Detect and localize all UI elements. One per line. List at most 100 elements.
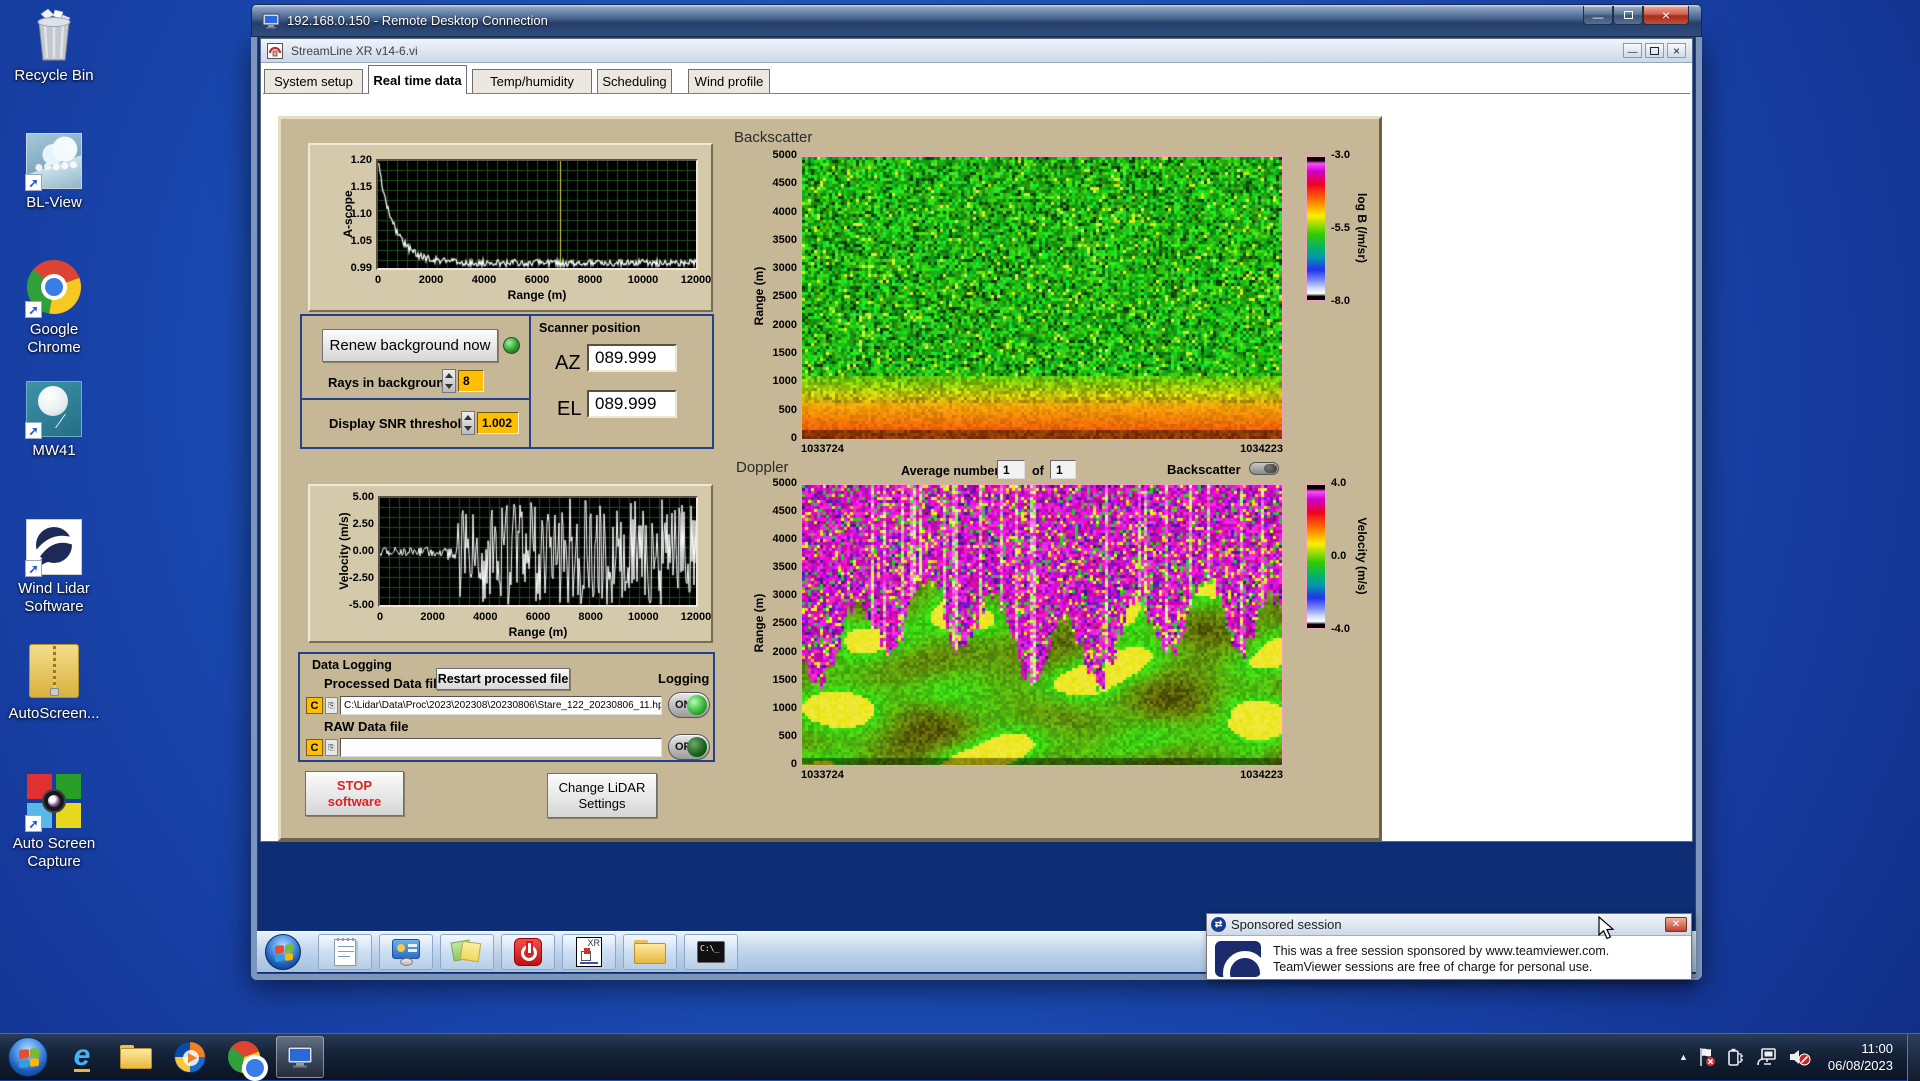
restart-processed-file-button[interactable]: Restart processed file <box>436 668 570 690</box>
snr-spinner[interactable] <box>461 411 475 435</box>
tray-power-plug-icon[interactable] <box>1726 1047 1746 1067</box>
raw-browse-icon[interactable]: ⎘ <box>325 739 338 756</box>
start-button[interactable] <box>8 1037 48 1077</box>
taskbar-rdp-window-button[interactable] <box>276 1036 324 1078</box>
az-value-field[interactable]: 089.999 <box>587 344 677 372</box>
velocity-y-ticks: 5.00 2.50 0.00 -2.50 -5.00 <box>326 492 374 611</box>
app-minimize-button[interactable]: — <box>1623 43 1642 58</box>
tray-network-icon[interactable] <box>1756 1047 1778 1067</box>
app-close-button[interactable]: × <box>1667 43 1686 58</box>
renew-background-button[interactable]: Renew background now <box>322 329 498 362</box>
backscatter-colorbar-label: log B (/m/sr) <box>1355 173 1369 283</box>
tick-label: 2500 <box>773 291 797 302</box>
desktop-icon-bl-view[interactable]: ➚ BL-View <box>2 132 106 212</box>
az-label: AZ <box>555 352 581 375</box>
rdp-titlebar[interactable]: 192.168.0.150 - Remote Desktop Connectio… <box>251 4 1702 37</box>
tick-label: 0.99 <box>351 263 372 274</box>
clock-date: 06/08/2023 <box>1828 1057 1893 1074</box>
desktop-icon-wind-lidar[interactable]: ➚ Wind Lidar Software <box>2 518 106 616</box>
tray-show-hidden-icons[interactable]: ▲ <box>1679 1052 1688 1062</box>
tick-label: -3.0 <box>1331 150 1350 161</box>
teamviewer-message-line2: TeamViewer sessions are free of charge f… <box>1273 959 1609 975</box>
desktop-icon-mw41[interactable]: ➚ MW41 <box>2 380 106 460</box>
rdp-close-button[interactable]: × <box>1643 6 1689 25</box>
taskbar-media-player-icon[interactable] <box>170 1037 210 1077</box>
velocity-plot <box>378 496 698 607</box>
tick-label: 1000 <box>773 703 797 714</box>
main-panel: A-scope 1.20 1.15 1.10 1.05 0.99 0 2000 4000 60… <box>278 116 1382 841</box>
remote-start-button[interactable] <box>265 934 301 970</box>
teamviewer-close-button[interactable]: ✕ <box>1665 917 1687 932</box>
taskbar-ie-icon[interactable]: e <box>62 1037 102 1077</box>
processed-path-field[interactable]: C:\Lidar\Data\Proc\2023\202308\20230806\… <box>340 696 662 715</box>
remote-taskbar-explorer-icon[interactable] <box>623 934 677 970</box>
velocity-x-ticks: 0 2000 4000 6000 8000 10000 12000 <box>380 611 696 623</box>
processed-browse-icon[interactable]: ⎘ <box>325 697 338 714</box>
rays-spinner[interactable] <box>442 369 456 393</box>
rdp-maximize-button[interactable] <box>1613 6 1643 25</box>
processed-logging-toggle-on[interactable]: ON <box>668 692 710 718</box>
backscatter-toggle-slider[interactable] <box>1249 462 1279 475</box>
clock-time: 11:00 <box>1828 1040 1893 1057</box>
remote-taskbar-stop-app-icon[interactable] <box>501 934 555 970</box>
doppler-section-title: Doppler <box>736 459 789 476</box>
teamviewer-message-line1: This was a free session sponsored by www… <box>1273 943 1609 959</box>
tab-temp-humidity[interactable]: Temp/humidity <box>472 69 592 93</box>
tab-system-setup[interactable]: System setup <box>264 69 363 93</box>
app-titlebar[interactable]: StreamLine XR v14-6.vi — × <box>261 39 1692 63</box>
remote-taskbar-streamline-xr-icon[interactable]: XR <box>562 934 616 970</box>
raw-logging-toggle-off[interactable]: OFF <box>668 734 710 760</box>
taskbar-clock[interactable]: 11:00 06/08/2023 <box>1828 1040 1893 1074</box>
shortcut-arrow-icon: ➚ <box>25 560 42 577</box>
stop-software-button[interactable]: STOP software <box>305 771 404 816</box>
raw-path-field[interactable] <box>340 738 662 757</box>
tick-label: 2000 <box>773 647 797 658</box>
tab-strip-line <box>263 93 1690 94</box>
tick-label: 1500 <box>773 675 797 686</box>
desktop-icon-autoscreen-zip[interactable]: AutoScreen... <box>2 642 106 723</box>
remote-taskbar-sticky-notes-icon[interactable] <box>440 934 494 970</box>
doppler-colorbar <box>1306 484 1326 629</box>
show-desktop-button[interactable] <box>1907 1034 1920 1081</box>
velocity-x-axis-label: Range (m) <box>438 625 638 639</box>
tick-label: 500 <box>779 405 797 416</box>
tick-label: 5.00 <box>353 492 374 503</box>
tray-volume-muted-icon[interactable] <box>1788 1047 1812 1067</box>
rdp-minimize-button[interactable]: — <box>1583 6 1613 25</box>
el-value-field[interactable]: 089.999 <box>587 390 677 418</box>
desktop-icon-auto-screen-capture[interactable]: ➚ Auto Screen Capture <box>2 772 106 871</box>
tab-real-time-data[interactable]: Real time data <box>368 65 467 94</box>
processed-drive-box[interactable]: C <box>306 697 323 714</box>
average-count-field[interactable]: 1 <box>1050 460 1076 479</box>
google-chrome-icon: ➚ <box>25 260 83 318</box>
taskbar-explorer-icon[interactable] <box>116 1037 156 1077</box>
raw-data-file-label: RAW Data file <box>324 719 409 734</box>
tray-action-center-flag-icon[interactable] <box>1698 1047 1716 1067</box>
tab-wind-profile[interactable]: Wind profile <box>688 69 770 93</box>
desktop-icon-recycle-bin[interactable]: Recycle Bin <box>2 6 106 85</box>
tick-label: 3000 <box>773 590 797 601</box>
desktop-icon-google-chrome[interactable]: ➚ Google Chrome <box>2 258 106 357</box>
bl-view-icon: ➚ <box>25 133 83 191</box>
remote-taskbar-cmd-icon[interactable]: C:\_ <box>684 934 738 970</box>
change-lidar-settings-button[interactable]: Change LiDAR Settings <box>547 773 657 818</box>
tick-label: 12000 <box>670 611 722 623</box>
taskbar-chrome-icon[interactable] <box>224 1037 264 1077</box>
tick-label: 3000 <box>773 263 797 274</box>
tick-label: 4500 <box>773 506 797 517</box>
tick-label: 6000 <box>511 274 563 286</box>
remote-taskbar-control-panel-icon[interactable] <box>379 934 433 970</box>
ascope-frame: A-scope 1.20 1.15 1.10 1.05 0.99 0 2000 4000 60… <box>308 143 713 312</box>
tick-label: 8000 <box>565 611 617 623</box>
average-number-field[interactable]: 1 <box>997 460 1025 479</box>
tick-label: 4500 <box>773 178 797 189</box>
host-taskbar: e ▲ 11:00 06/08/2023 <box>0 1033 1920 1080</box>
snr-value-field[interactable]: 1.002 <box>477 412 519 434</box>
raw-drive-box[interactable]: C <box>306 739 323 756</box>
data-logging-title: Data Logging <box>312 658 392 672</box>
rays-value-field[interactable]: 8 <box>458 370 484 392</box>
remote-taskbar-notepad-icon[interactable] <box>318 934 372 970</box>
tab-scheduling[interactable]: Scheduling <box>597 69 672 93</box>
desktop-icon-label: MW41 <box>2 442 106 460</box>
app-maximize-button[interactable] <box>1645 43 1664 58</box>
